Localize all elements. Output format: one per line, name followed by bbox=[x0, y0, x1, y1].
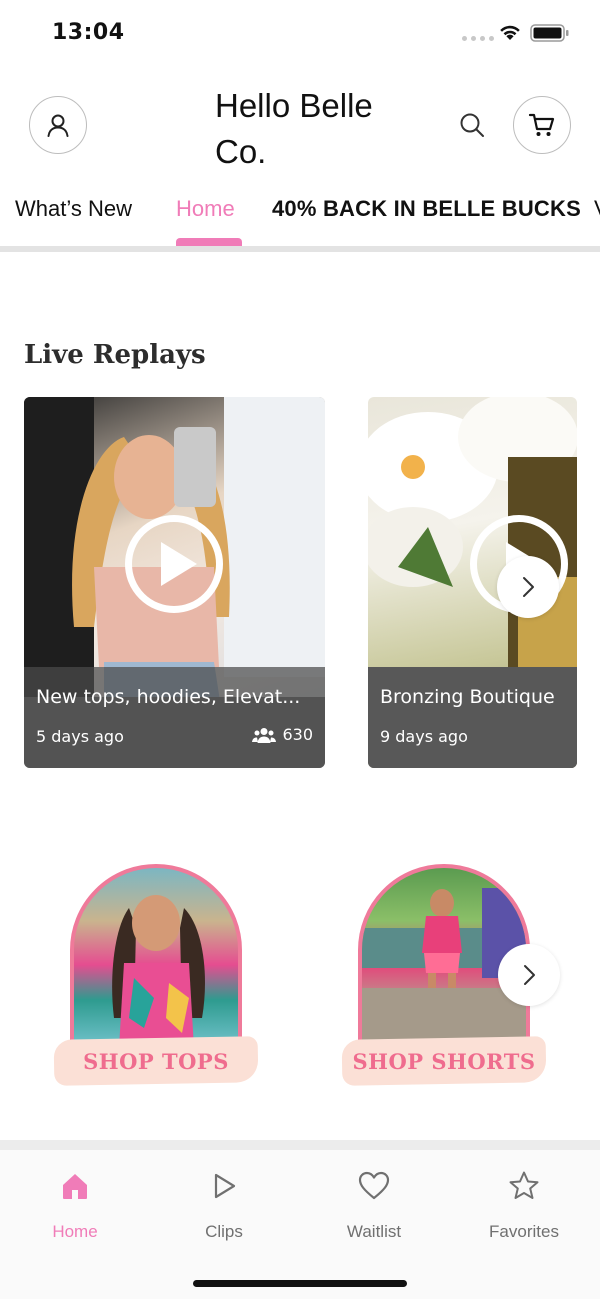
tab-home[interactable]: Home bbox=[176, 196, 235, 222]
nav-home[interactable]: Home bbox=[15, 1168, 135, 1242]
battery-icon bbox=[530, 24, 569, 42]
status-bar: 13:04 bbox=[0, 0, 600, 66]
shop-tops-tile[interactable]: SHOP TOPS bbox=[53, 864, 259, 1089]
nav-clips[interactable]: Clips bbox=[164, 1168, 284, 1242]
bottom-nav: Home Clips Waitlist Favorites bbox=[0, 1150, 600, 1299]
nav-home-label: Home bbox=[52, 1222, 98, 1241]
live-replays-title: Live Replays bbox=[24, 340, 206, 370]
tab-active-indicator bbox=[176, 238, 242, 246]
home-indicator[interactable] bbox=[193, 1280, 407, 1287]
star-icon bbox=[509, 1171, 539, 1199]
replay-title: Bronzing Boutique bbox=[380, 686, 555, 708]
heart-icon bbox=[358, 1171, 390, 1200]
cart-button[interactable] bbox=[513, 96, 571, 154]
nav-favorites[interactable]: Favorites bbox=[464, 1168, 584, 1242]
replay-info-overlay: Bronzing Boutique 9 days ago bbox=[368, 667, 577, 768]
shop-tops-photo bbox=[112, 895, 205, 1044]
search-button[interactable] bbox=[455, 108, 489, 142]
chevron-right-icon bbox=[524, 965, 535, 985]
shop-shorts-photo bbox=[362, 888, 526, 1044]
replay-viewers: 630 bbox=[252, 725, 313, 744]
tab-belle-bucks[interactable]: 40% BACK IN BELLE BUCKS bbox=[272, 196, 581, 222]
nav-clips-label: Clips bbox=[205, 1222, 243, 1241]
play-button[interactable] bbox=[125, 515, 223, 613]
app-header: Hello Belle Co. bbox=[0, 66, 600, 186]
tab-next[interactable]: V bbox=[594, 196, 600, 222]
replay-time-ago: 5 days ago bbox=[36, 727, 124, 746]
store-title: Hello Belle Co. bbox=[215, 87, 373, 170]
category-tabs: What’s New Home 40% BACK IN BELLE BUCKS … bbox=[0, 186, 600, 248]
replay-info-overlay: New tops, hoodies, Elevat... 5 days ago … bbox=[24, 667, 325, 768]
people-icon bbox=[252, 727, 277, 743]
cellular-signal-icon bbox=[462, 36, 494, 41]
shop-tops-label: SHOP TOPS bbox=[83, 1049, 229, 1074]
replay-title: New tops, hoodies, Elevat... bbox=[36, 686, 301, 708]
home-icon bbox=[63, 1174, 87, 1199]
nav-waitlist-label: Waitlist bbox=[346, 1222, 402, 1241]
shop-shorts-label: SHOP SHORTS bbox=[352, 1049, 536, 1074]
tabs-divider bbox=[0, 246, 600, 252]
replays-next-button[interactable] bbox=[497, 556, 559, 618]
play-icon bbox=[160, 542, 197, 586]
replay-time-ago: 9 days ago bbox=[380, 727, 468, 746]
chevron-right-icon bbox=[523, 577, 534, 597]
replay-viewer-count: 630 bbox=[282, 725, 313, 744]
account-button[interactable] bbox=[29, 96, 87, 154]
wifi-icon bbox=[500, 25, 520, 40]
clips-icon bbox=[214, 1173, 236, 1199]
shop-tops-image bbox=[70, 864, 242, 1048]
bottom-nav-divider bbox=[0, 1140, 600, 1150]
status-time: 13:04 bbox=[52, 20, 125, 45]
replay-card[interactable]: New tops, hoodies, Elevat... 5 days ago … bbox=[24, 397, 325, 768]
nav-favorites-label: Favorites bbox=[489, 1222, 559, 1241]
shop-tiles-next-button[interactable] bbox=[498, 944, 560, 1006]
search-icon bbox=[460, 113, 484, 137]
cart-icon bbox=[528, 113, 555, 136]
account-icon bbox=[47, 114, 69, 137]
nav-waitlist[interactable]: Waitlist bbox=[314, 1168, 434, 1242]
tab-whats-new[interactable]: What’s New bbox=[15, 196, 132, 222]
